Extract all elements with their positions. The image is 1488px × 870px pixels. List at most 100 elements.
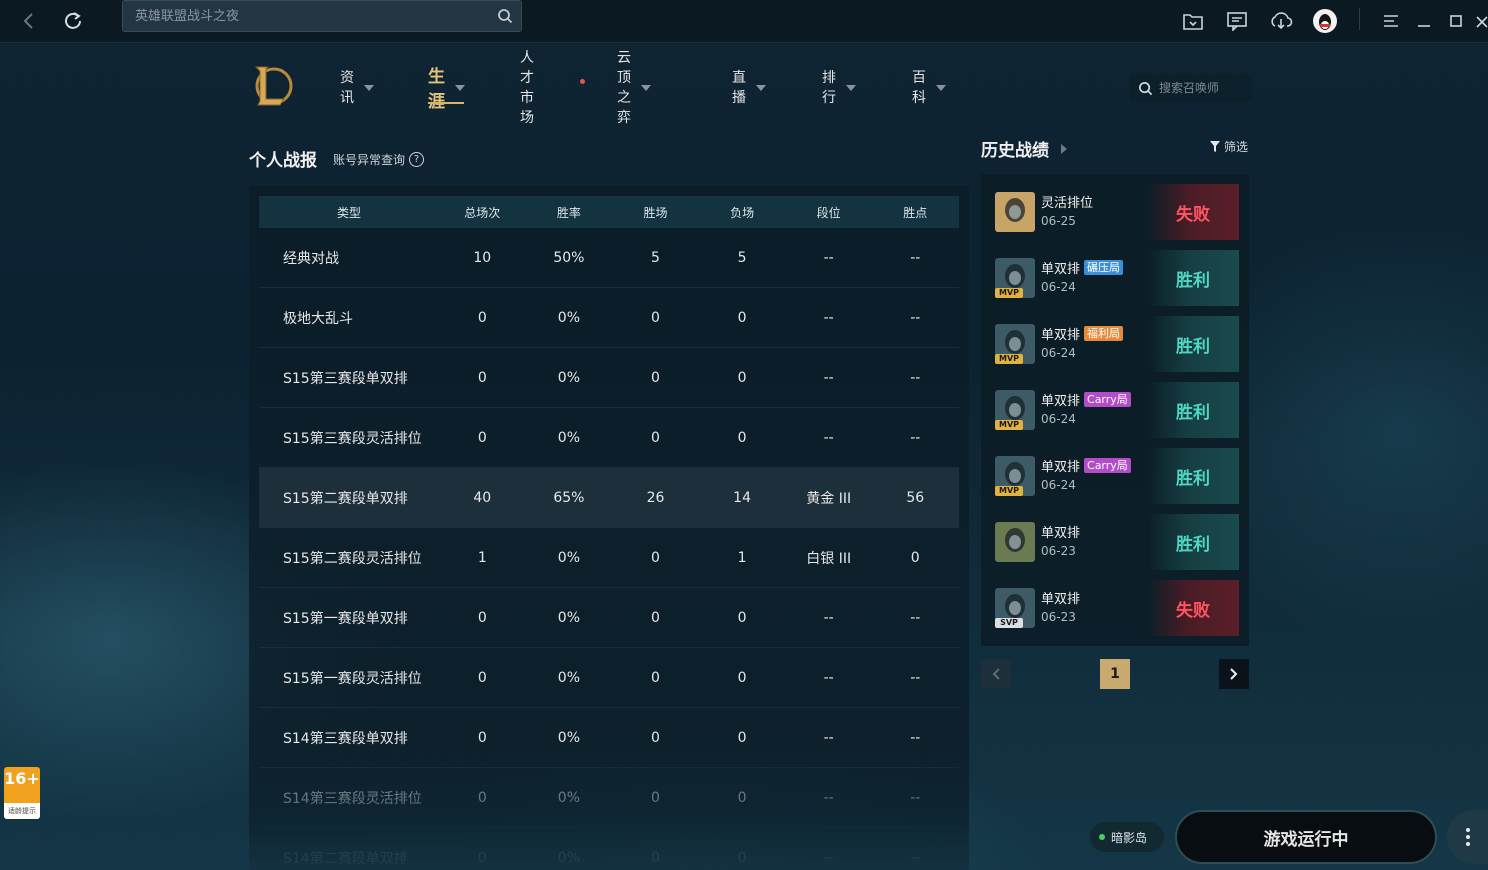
nav-item-live[interactable]: 直播 (732, 70, 766, 106)
page-number[interactable]: 1 (1100, 659, 1130, 689)
more-options-button[interactable] (1447, 810, 1488, 864)
cell-losses: 0 (737, 309, 747, 326)
close-button[interactable] (1474, 4, 1488, 38)
minimize-button[interactable] (1410, 4, 1438, 38)
cell-wins: 0 (651, 369, 660, 386)
match-mode: 单双排 (1041, 522, 1080, 541)
cell-total: 0 (477, 669, 487, 686)
lol-logo[interactable] (250, 63, 294, 109)
cell-type: S15第三赛段单双排 (283, 370, 408, 387)
cell-losses: 14 (733, 489, 751, 506)
back-button[interactable] (14, 6, 44, 36)
server-indicator[interactable]: 暗影岛 (1090, 822, 1164, 852)
cell-rank: -- (823, 429, 834, 446)
match-item[interactable]: SVP 单双排 06-23 失败 (991, 580, 1239, 636)
match-badge: Carry局 (1084, 392, 1131, 407)
match-item[interactable]: MVP 单双排 福利局 06-24 胜利 (991, 316, 1239, 372)
message-button[interactable] (1222, 4, 1252, 38)
match-date: 06-23 (1041, 610, 1076, 624)
nav-item-news[interactable]: 资讯 (340, 70, 374, 106)
cell-type: S14第三赛段灵活排位 (283, 790, 422, 807)
search-icon[interactable] (1138, 81, 1153, 96)
match-item[interactable]: 灵活排位 06-25 失败 (991, 184, 1239, 240)
cell-winrate: 0% (557, 849, 580, 866)
cell-losses: 0 (737, 849, 747, 866)
cell-winrate: 0% (557, 429, 580, 446)
filter-button[interactable]: 筛选 (1210, 138, 1248, 155)
result-victory: 胜利 (1147, 448, 1239, 504)
maximize-icon (1450, 15, 1462, 27)
cell-lp: -- (910, 669, 921, 686)
account-anomaly-query-link[interactable]: 账号异常查询 ? (333, 151, 425, 168)
match-mode-label: 灵活排位 (1041, 196, 1094, 211)
match-item[interactable]: MVP 单双排 碾压局 06-24 胜利 (991, 250, 1239, 306)
match-date: 06-24 (1041, 280, 1076, 294)
cell-lp: 0 (910, 549, 920, 566)
summoner-search[interactable] (1130, 74, 1252, 102)
match-mode-label: 单双排 (1041, 592, 1081, 607)
mvp-tag: MVP (995, 486, 1023, 496)
game-launch-button[interactable]: 游戏运行中 (1175, 810, 1437, 864)
match-mode: 单双排 Carry局 (1041, 390, 1131, 409)
help-icon[interactable]: ? (409, 152, 425, 167)
cell-lp: -- (910, 309, 921, 326)
caret-down-icon (846, 85, 856, 91)
match-mode: 单双排 Carry局 (1041, 456, 1131, 475)
caret-down-icon (364, 85, 374, 91)
cell-total: 10 (473, 249, 492, 266)
maximize-button[interactable] (1442, 4, 1470, 38)
result-victory: 胜利 (1147, 316, 1239, 372)
match-badge: 碾压局 (1084, 260, 1124, 275)
cell-winrate: 0% (557, 549, 580, 566)
table-row: S14第二赛段单双排 0 0% 0 0 -- -- (259, 828, 959, 870)
table-row: 经典对战 10 50% 5 5 -- -- (259, 228, 959, 288)
match-item[interactable]: MVP 单双排 Carry局 06-24 胜利 (991, 382, 1239, 438)
table-row: S15第三赛段灵活排位 0 0% 0 0 -- -- (259, 408, 959, 468)
prev-page-button[interactable] (981, 659, 1011, 689)
nav-label: 资讯 (340, 70, 354, 106)
download-button[interactable] (1266, 4, 1296, 38)
match-mode-label: 单双排 (1041, 394, 1081, 409)
table-row: S15第二赛段单双排 40 65% 26 14 黄金 III 56 (259, 468, 959, 528)
more-vertical-icon (1465, 828, 1470, 846)
cell-type: S15第二赛段单双排 (283, 490, 408, 507)
cell-lp: -- (910, 369, 921, 386)
cell-total: 0 (477, 609, 487, 626)
account-anomaly-label: 账号异常查询 (333, 153, 406, 167)
match-history-label: 历史战绩 (981, 141, 1049, 161)
refresh-button[interactable] (58, 6, 88, 36)
match-item[interactable]: 单双排 06-23 胜利 (991, 514, 1239, 570)
global-search[interactable] (122, 0, 522, 32)
cell-losses: 5 (737, 249, 747, 266)
global-search-input[interactable] (123, 1, 483, 31)
cell-winrate: 0% (557, 669, 580, 686)
chevron-left-icon (992, 668, 1000, 680)
nav-item-wiki[interactable]: 百科 (912, 70, 946, 106)
table-body: 经典对战 10 50% 5 5 -- -- 极地大乱斗 0 0% 0 0 -- -- S15第三赛段单双排 0… (259, 228, 959, 870)
personal-stats-title: 个人战报 (249, 151, 317, 171)
folder-button[interactable] (1178, 4, 1208, 38)
user-avatar-button[interactable] (1310, 4, 1340, 38)
download-icon (1271, 12, 1293, 30)
match-history-title[interactable]: 历史战绩 (981, 136, 1067, 161)
mvp-tag: MVP (995, 288, 1023, 298)
cell-rank: -- (823, 309, 834, 326)
summoner-search-input[interactable] (1159, 81, 1249, 95)
nav-item-talent-market[interactable]: 人才市场 (520, 50, 585, 126)
chevron-left-icon (23, 13, 33, 29)
menu-button[interactable] (1376, 4, 1406, 38)
nav-item-ranking[interactable]: 排行 (822, 70, 856, 106)
search-icon[interactable] (497, 8, 513, 28)
toolbar-divider (1359, 8, 1360, 30)
caret-down-icon (641, 85, 651, 91)
nav-item-tft[interactable]: 云顶之弈 (617, 50, 651, 126)
nav-label: 人才市场 (520, 50, 534, 126)
cell-winrate: 0% (557, 609, 580, 626)
next-page-button[interactable] (1219, 659, 1249, 689)
message-icon (1227, 12, 1247, 31)
match-mode-label: 单双排 (1041, 526, 1081, 541)
match-item[interactable]: MVP 单双排 Carry局 06-24 胜利 (991, 448, 1239, 504)
nav-item-career[interactable]: 生涯 (428, 67, 465, 112)
cell-type: S14第二赛段单双排 (283, 850, 408, 867)
cell-total: 40 (473, 489, 492, 506)
